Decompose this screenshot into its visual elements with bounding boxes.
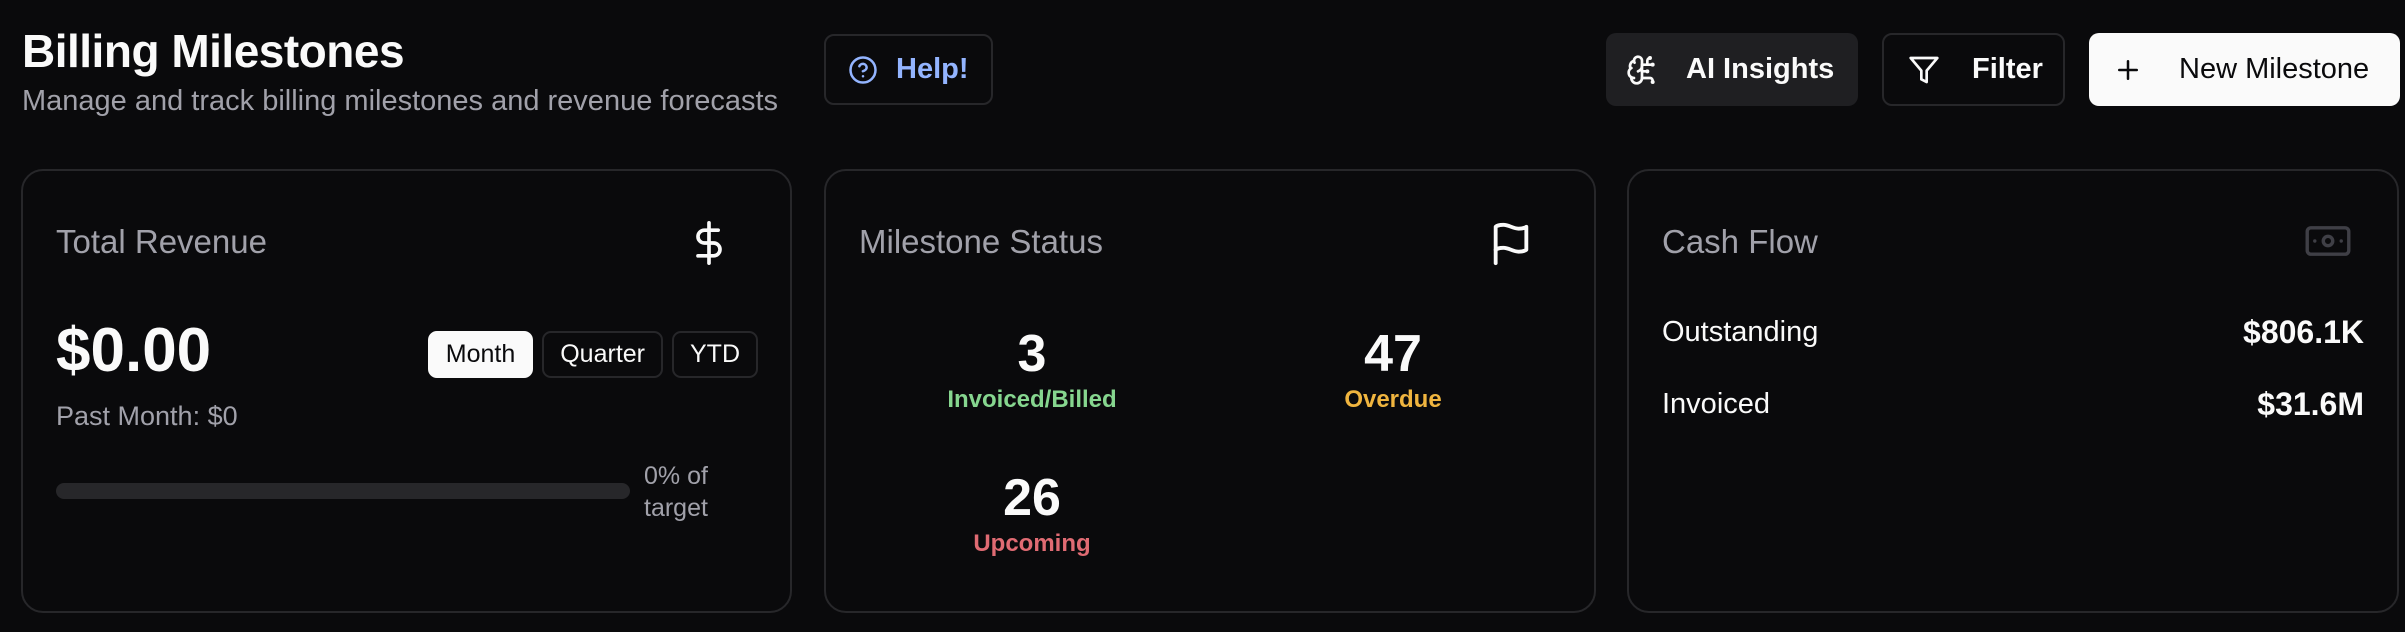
stat-upcoming-count: 26: [1003, 469, 1061, 527]
filter-label: Filter: [1972, 53, 2043, 85]
page-header: Billing Milestones Manage and track bill…: [22, 20, 778, 118]
cash-flow-title: Cash Flow: [1662, 223, 1818, 260]
tab-ytd[interactable]: YTD: [672, 331, 758, 378]
period-tabs: Month Quarter YTD: [427, 331, 758, 378]
banknote-icon: [2305, 226, 2351, 256]
ai-insights-label: AI Insights: [1686, 53, 1835, 85]
cash-flow-row-invoiced: Invoiced $31.6M: [1662, 386, 2364, 423]
cash-flow-row-outstanding: Outstanding $806.1K: [1662, 314, 2364, 351]
tab-month[interactable]: Month: [427, 331, 534, 378]
total-revenue-value: $0.00: [56, 316, 212, 385]
cash-flow-card: Cash Flow Outstanding $806.1K Invoiced $…: [1627, 169, 2399, 613]
dollar-sign-icon: [696, 221, 722, 265]
filter-icon: [1909, 56, 1939, 83]
revenue-progress-bar: [56, 483, 630, 499]
help-button[interactable]: Help!: [824, 34, 993, 105]
new-milestone-button[interactable]: New Milestone: [2089, 33, 2400, 106]
help-button-label: Help!: [896, 53, 969, 85]
page-title: Billing Milestones: [22, 25, 405, 77]
stat-overdue-count: 47: [1364, 325, 1422, 383]
page-subtitle: Manage and track billing milestones and …: [22, 85, 779, 117]
progress-label: 0% of target: [644, 462, 708, 522]
help-circle-icon: [849, 55, 877, 84]
filter-button[interactable]: Filter: [1882, 33, 2065, 106]
invoiced-label: Invoiced: [1662, 388, 1771, 420]
tab-quarter[interactable]: Quarter: [542, 331, 663, 378]
past-month-text: Past Month: $0: [56, 401, 238, 431]
outstanding-value: $806.1K: [2243, 314, 2364, 350]
stat-overdue-label: Overdue: [1344, 386, 1442, 413]
plus-icon: [2118, 59, 2138, 80]
stat-upcoming-label: Upcoming: [973, 530, 1091, 557]
stat-invoiced: 3 Invoiced/Billed: [902, 324, 1162, 414]
stat-overdue: 47 Overdue: [1263, 324, 1523, 414]
outstanding-label: Outstanding: [1662, 316, 1819, 348]
brain-icon: [1627, 54, 1655, 85]
flag-icon: [1493, 222, 1529, 266]
new-milestone-label: New Milestone: [2179, 53, 2370, 85]
milestone-status-title: Milestone Status: [859, 223, 1103, 260]
total-revenue-card: Total Revenue $0.00 Month Quarter YTD Pa…: [21, 169, 792, 613]
milestone-status-card: Milestone Status 3 Invoiced/Billed 47 Ov…: [824, 169, 1596, 613]
ai-insights-button[interactable]: AI Insights: [1606, 33, 1858, 106]
stat-invoiced-label: Invoiced/Billed: [947, 386, 1117, 413]
total-revenue-title: Total Revenue: [56, 223, 267, 260]
invoiced-value: $31.6M: [2257, 386, 2364, 422]
stat-invoiced-count: 3: [1017, 325, 1047, 383]
stat-upcoming: 26 Upcoming: [902, 468, 1162, 558]
